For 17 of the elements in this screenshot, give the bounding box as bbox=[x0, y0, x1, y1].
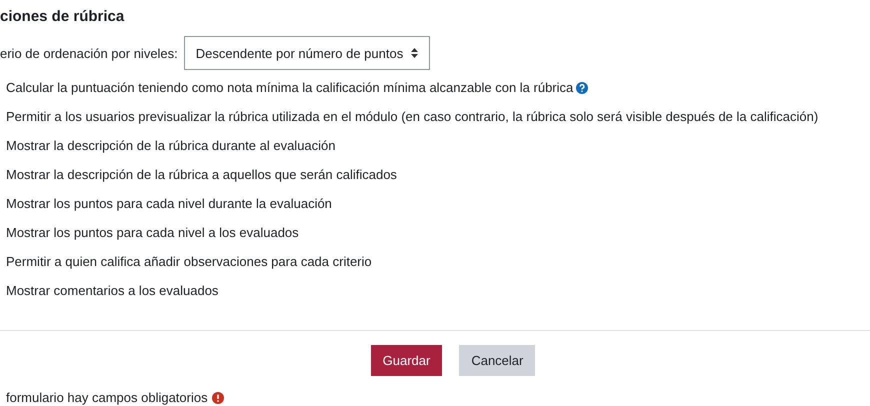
help-icon[interactable] bbox=[576, 82, 588, 94]
option-label: Permitir a los usuarios previsualizar la rúbrica utilizada en el módulo (en caso contrario, la rúbrica solo será visible después de la calificación) bbox=[6, 109, 818, 124]
option-label: Calcular la puntuación teniendo como nota mínima la calificación mínima alcanzable con la rúbrica bbox=[6, 80, 574, 95]
required-note: formulario hay campos obligatorios bbox=[6, 390, 208, 405]
cancel-button[interactable]: Cancelar bbox=[459, 345, 536, 376]
save-button[interactable]: Guardar bbox=[370, 345, 442, 376]
option-label: Mostrar la descripción de la rúbrica durante al evaluación bbox=[6, 138, 336, 153]
option-label: Mostrar comentarios a los evaluados bbox=[6, 283, 218, 298]
option-label: Mostrar la descripción de la rúbrica a aquellos que serán calificados bbox=[6, 167, 397, 182]
sort-select[interactable]: Descendente por número de puntos bbox=[184, 36, 430, 70]
option-label: Mostrar los puntos para cada nivel durante la evaluación bbox=[6, 196, 332, 211]
required-icon bbox=[212, 392, 224, 404]
option-label: Permitir a quien califica añadir observaciones para cada criterio bbox=[6, 254, 372, 269]
section-title: ciones de rúbrica bbox=[0, 7, 126, 27]
sort-arrows-icon bbox=[411, 48, 418, 58]
option-label: Mostrar los puntos para cada nivel a los evaluados bbox=[6, 225, 299, 240]
field-label: erio de ordenación por niveles: bbox=[0, 46, 178, 60]
